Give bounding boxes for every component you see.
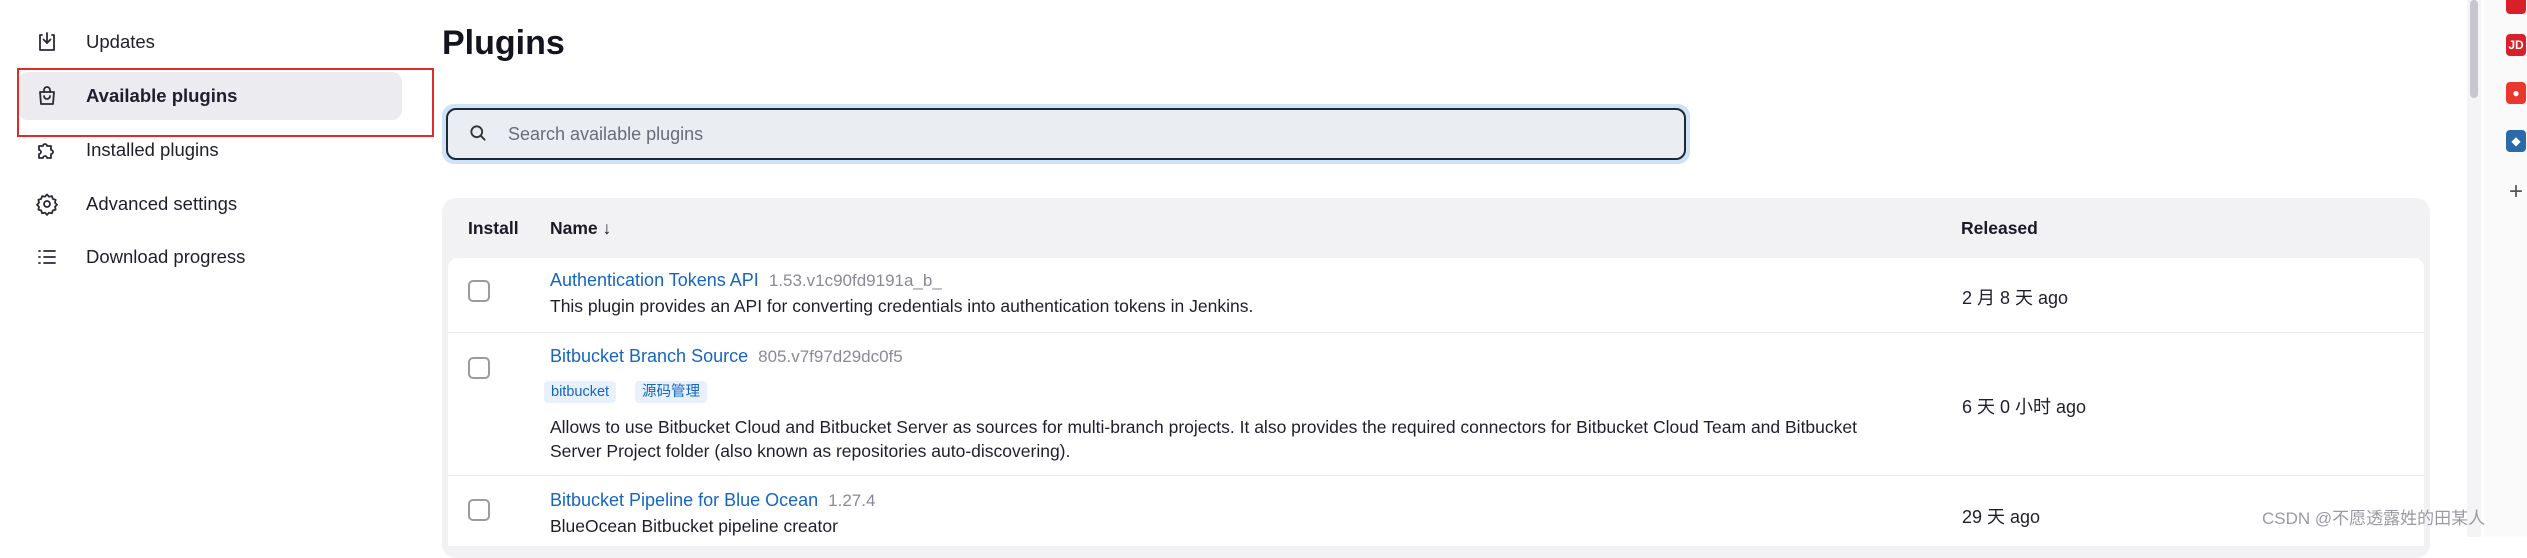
install-checkbox[interactable] xyxy=(468,280,490,302)
jd-icon[interactable]: JD xyxy=(2506,34,2526,56)
scrollbar-thumb[interactable] xyxy=(2470,0,2478,98)
tag-bitbucket[interactable]: bitbucket xyxy=(544,381,617,403)
sidebar-item-label: Advanced settings xyxy=(86,193,238,214)
red-app-icon[interactable]: ● xyxy=(2506,82,2526,104)
sidebar-item-download-progress[interactable]: Download progress xyxy=(18,233,402,281)
plugin-description-line-1: Allows to use Bitbucket Cloud and Bitbuc… xyxy=(550,417,1857,437)
sidebar: Updates Available plugins Installed plug… xyxy=(0,0,440,537)
plugin-name-link[interactable]: Bitbucket Branch Source 805.v7f97d29dc0f5 xyxy=(550,346,903,367)
jd-icon-label: JD xyxy=(2508,38,2524,52)
table-row: Authentication Tokens API 1.53.v1c90fd919… xyxy=(448,258,2424,332)
table-row: Bitbucket Pipeline for Blue Ocean 1.27.4 … xyxy=(448,476,2424,546)
sidebar-item-label: Download progress xyxy=(86,246,246,267)
column-header-name-sort[interactable]: Name ↓ xyxy=(550,218,611,239)
plugin-name: Authentication Tokens API xyxy=(550,270,759,290)
plugin-name: Bitbucket Pipeline for Blue Ocean xyxy=(550,490,819,510)
blue-app-icon[interactable]: ◆ xyxy=(2506,130,2526,152)
released-date: 29 天 ago xyxy=(1962,507,2041,527)
install-checkbox[interactable] xyxy=(468,357,490,379)
search-bar xyxy=(442,104,1690,164)
plugin-version: 1.53.v1c90fd9191a_b_ xyxy=(768,271,942,290)
annotation-highlight-box xyxy=(17,68,434,137)
plus-icon[interactable]: + xyxy=(2509,178,2523,206)
red-tab-icon[interactable] xyxy=(2506,0,2526,14)
page-title: Plugins xyxy=(442,24,565,62)
plus-icon-label: + xyxy=(2509,178,2524,205)
plugin-description: This plugin provides an API for converti… xyxy=(550,296,1254,316)
table-row: Bitbucket Branch Source 805.v7f97d29dc0f5… xyxy=(448,333,2424,475)
plugin-description: BlueOcean Bitbucket pipeline creator xyxy=(550,516,838,536)
released-date: 6 天 0 小时 ago xyxy=(1962,397,2087,417)
plugin-description-line-2: Server Project folder (also known as rep… xyxy=(550,441,1071,461)
plugin-version: 805.v7f97d29dc0f5 xyxy=(758,347,903,366)
search-input[interactable] xyxy=(506,122,1684,146)
watermark: CSDN @不愿透露姓的田某人 xyxy=(2262,509,2486,528)
plugin-name-link[interactable]: Authentication Tokens API 1.53.v1c90fd919… xyxy=(550,270,942,291)
download-icon xyxy=(32,27,62,57)
search-icon xyxy=(468,123,490,145)
column-header-released: Released xyxy=(1961,218,2038,238)
sidebar-item-advanced-settings[interactable]: Advanced settings xyxy=(18,180,402,228)
plugin-version: 1.27.4 xyxy=(828,491,876,510)
plugin-name-link[interactable]: Bitbucket Pipeline for Blue Ocean 1.27.4 xyxy=(550,490,875,511)
sidebar-item-updates[interactable]: Updates xyxy=(18,18,402,66)
column-header-install: Install xyxy=(468,218,519,238)
install-checkbox[interactable] xyxy=(468,499,490,521)
browser-side-panel: JD ● ◆ + xyxy=(2484,0,2527,537)
gear-icon xyxy=(32,189,62,219)
released-date: 2 月 8 天 ago xyxy=(1962,288,2069,308)
plugin-name: Bitbucket Branch Source xyxy=(550,346,749,366)
list-icon xyxy=(32,242,62,272)
page-scrollbar[interactable] xyxy=(2467,0,2481,537)
sidebar-item-label: Installed plugins xyxy=(86,139,219,160)
sidebar-item-label: Updates xyxy=(86,31,155,52)
tag-source-control[interactable]: 源码管理 xyxy=(635,381,707,403)
search-field xyxy=(446,108,1686,160)
puzzle-icon xyxy=(32,135,62,165)
